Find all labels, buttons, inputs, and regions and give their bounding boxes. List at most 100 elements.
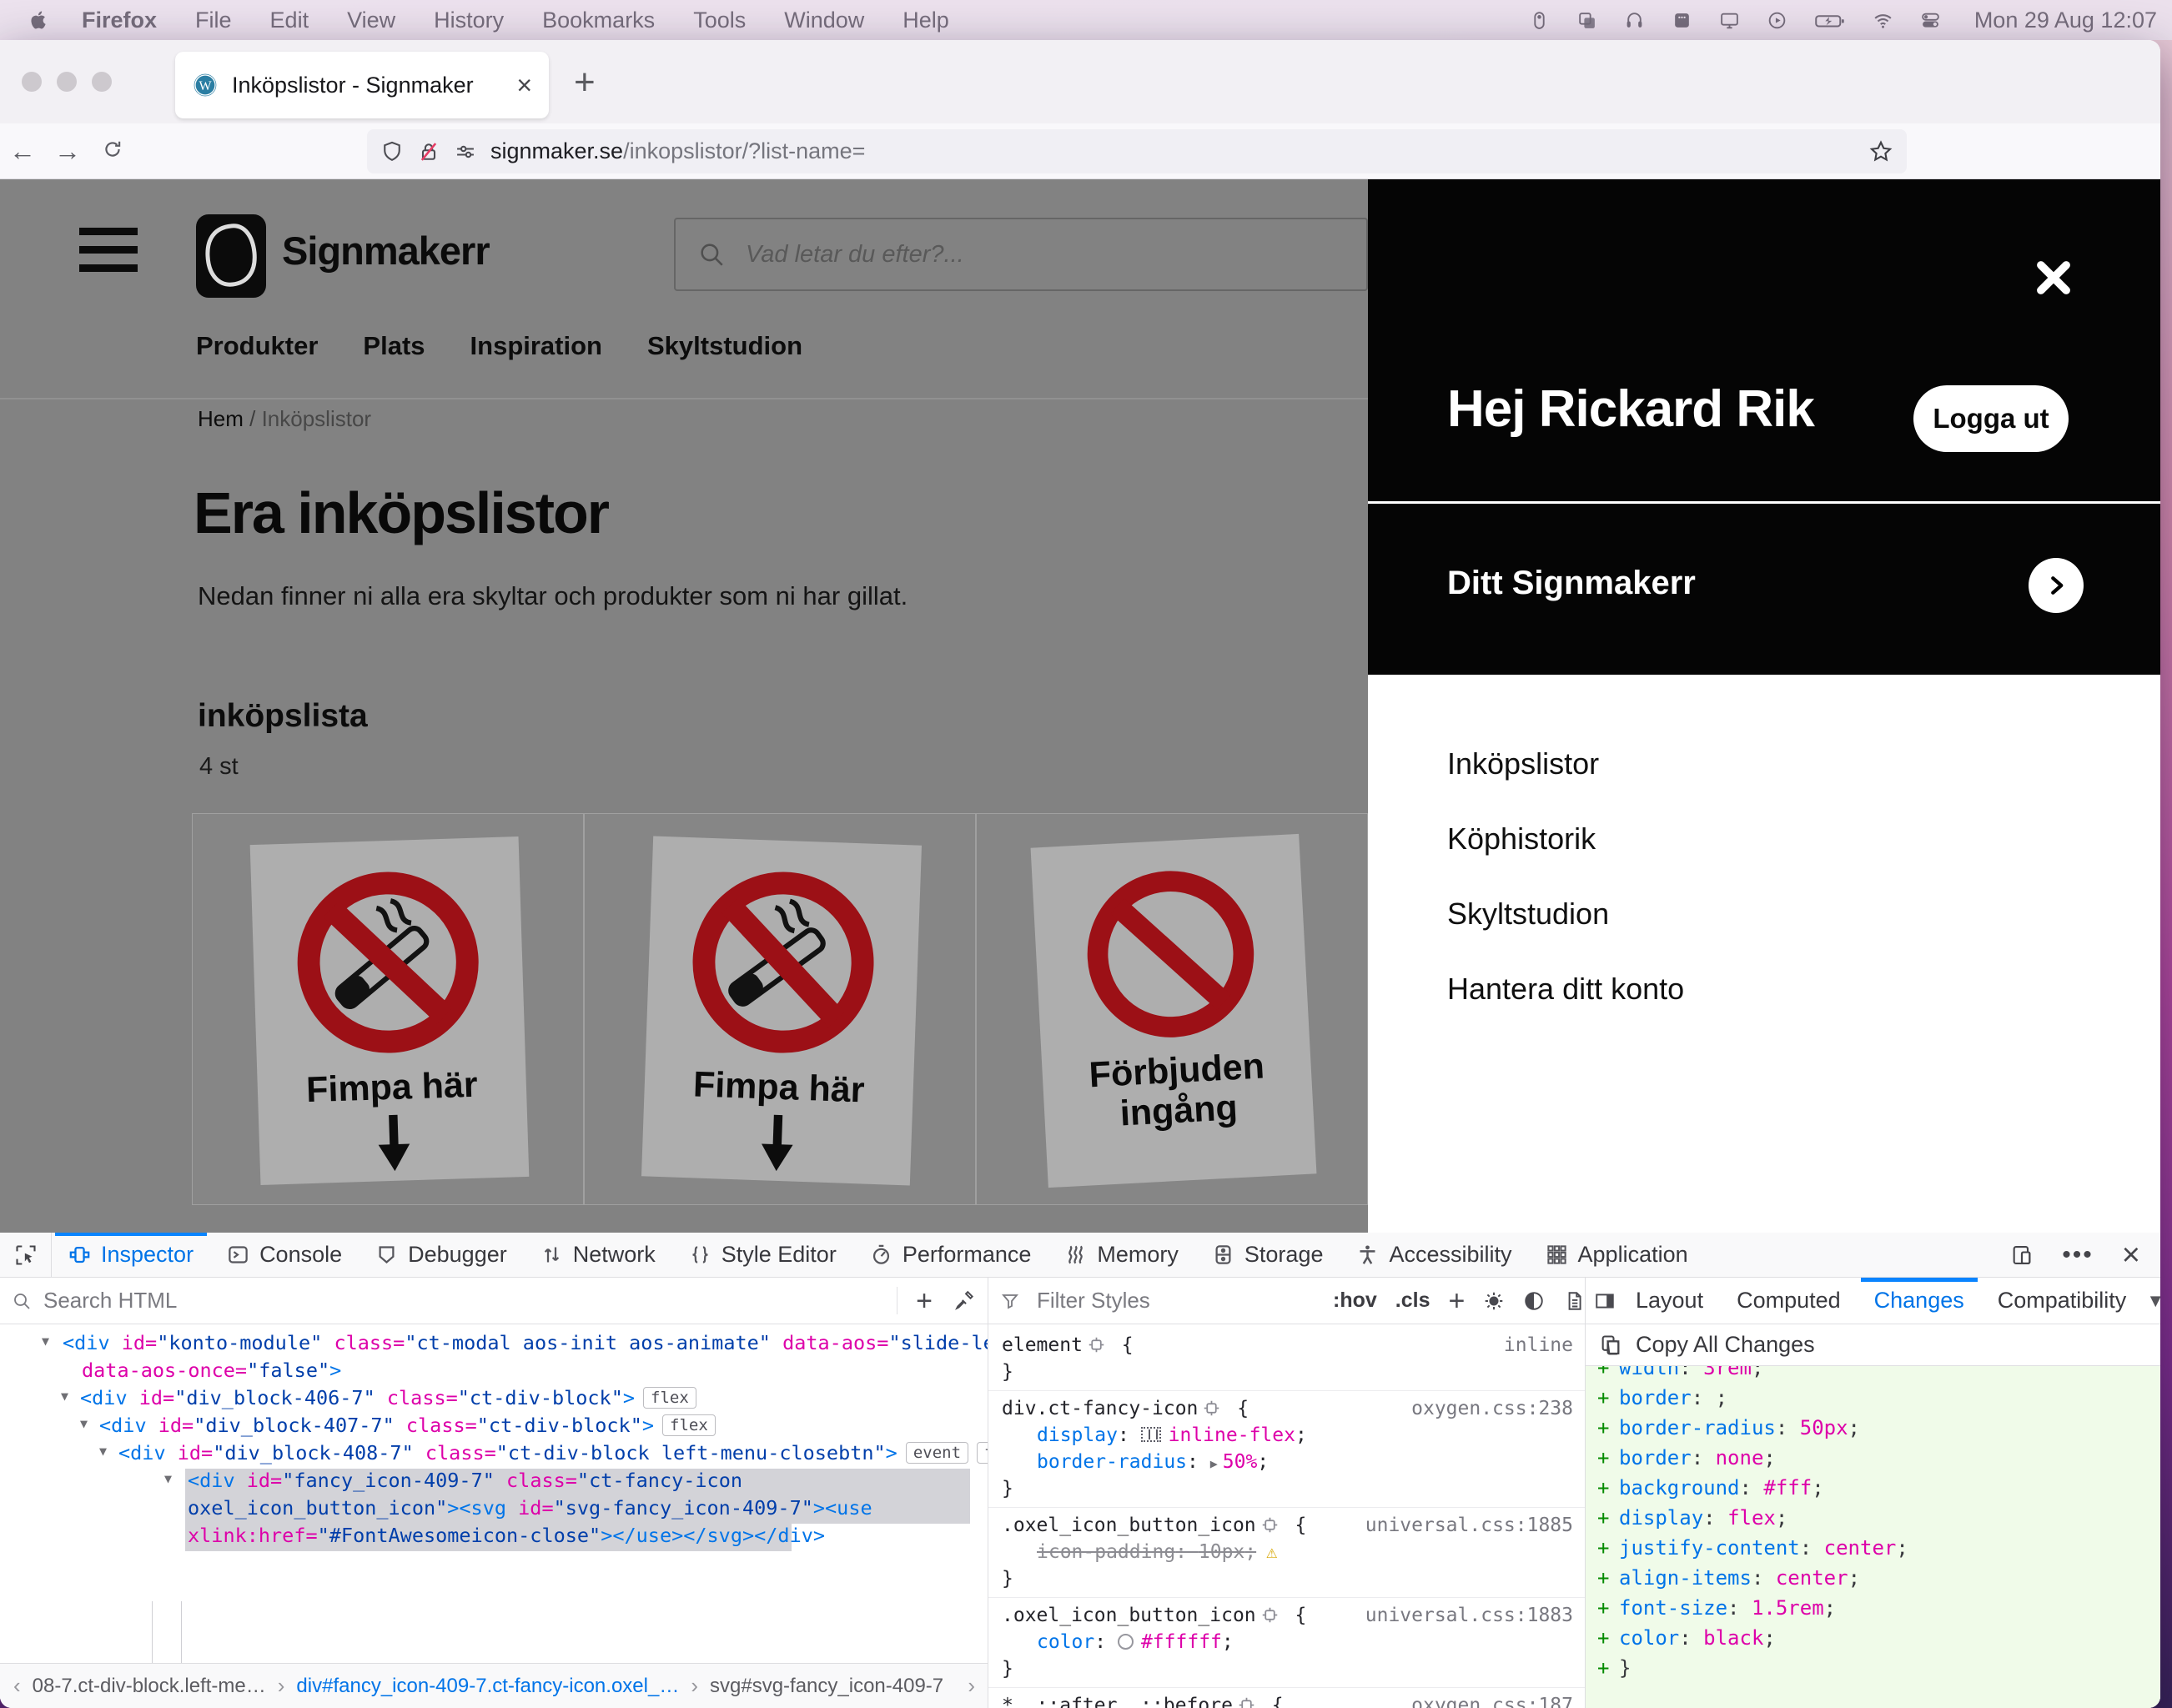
browser-tab[interactable]: W Inköpslistor - Signmaker × <box>175 52 549 118</box>
breadcrumb-node[interactable]: 08-7.ct-div-block.left-me… <box>33 1675 266 1698</box>
markup-line[interactable]: ▼<div id="konto-module" class="ct-modal … <box>0 1331 988 1359</box>
permissions-icon[interactable] <box>454 140 477 163</box>
element-picker-icon[interactable] <box>0 1233 52 1277</box>
breadcrumb-scroll-right-icon[interactable]: › <box>968 1673 975 1699</box>
battery-icon[interactable] <box>1814 10 1846 31</box>
panel-link-inköpslistor[interactable]: Inköpslistor <box>1447 746 1684 781</box>
badge-event[interactable]: event <box>906 1442 968 1464</box>
devtools-tab-application[interactable]: Application <box>1529 1233 1705 1277</box>
flex-display-icon[interactable] <box>1141 1427 1161 1442</box>
target-icon[interactable] <box>1261 1605 1279 1622</box>
devtools-tab-network[interactable]: Network <box>524 1233 672 1277</box>
site-menu-icon[interactable] <box>79 228 138 272</box>
devtools-tab-memory[interactable]: Memory <box>1048 1233 1195 1277</box>
copy-all-changes-row[interactable]: Copy All Changes <box>1586 1324 2160 1366</box>
css-rule[interactable]: div.ct-fancy-icon {oxygen.css:238display… <box>988 1391 1585 1508</box>
eyedropper-icon[interactable] <box>954 1290 976 1312</box>
pseudo-class-toggle[interactable]: :hov <box>1333 1289 1377 1313</box>
css-rules[interactable]: element {inline}div.ct-fancy-icon {oxyge… <box>988 1324 1585 1708</box>
menu-item-file[interactable]: File <box>195 8 232 33</box>
display-icon[interactable] <box>1719 10 1740 31</box>
signmaker-logo-icon[interactable] <box>196 214 266 298</box>
apple-icon[interactable] <box>28 9 50 31</box>
logout-button[interactable]: Logga ut <box>1913 385 2069 452</box>
breadcrumb-node[interactable]: svg#svg-fancy_icon-409-7 <box>710 1675 943 1698</box>
screen-mirroring-icon[interactable] <box>1576 10 1597 31</box>
site-nav-plats[interactable]: Plats <box>363 331 425 361</box>
rule-selector[interactable]: element <box>1002 1334 1083 1356</box>
markup-line[interactable]: oxel_icon_button_icon"><svg id="svg-fanc… <box>0 1496 988 1524</box>
devtools-tab-debugger[interactable]: Debugger <box>359 1233 524 1277</box>
expand-shorthand-icon[interactable]: ▶ <box>1210 1456 1218 1471</box>
html-tree[interactable]: ▼<div id="konto-module" class="ct-modal … <box>0 1324 988 1663</box>
target-icon[interactable] <box>1261 1515 1279 1532</box>
sidebar-tab-changes[interactable]: Changes <box>1861 1278 1978 1324</box>
bookmark-star-icon[interactable] <box>1868 139 1893 164</box>
css-rule[interactable]: .oxel_icon_button_icon {universal.css:18… <box>988 1508 1585 1598</box>
product-card[interactable]: Fimpa här <box>584 813 976 1205</box>
traffic-lights[interactable] <box>22 72 112 92</box>
css-declaration[interactable]: border-radius: ▶50%; <box>988 1449 1585 1475</box>
panel-link-skyltstudion[interactable]: Skyltstudion <box>1447 897 1684 932</box>
css-declaration[interactable]: color: #ffffff; <box>988 1629 1585 1655</box>
menu-item-help[interactable]: Help <box>902 8 949 33</box>
site-nav-produkter[interactable]: Produkter <box>196 331 318 361</box>
breadcrumb-home[interactable]: Hem <box>198 406 244 431</box>
mouse-icon[interactable] <box>1529 10 1550 31</box>
list-name[interactable]: inköpslista <box>198 698 368 735</box>
close-icon[interactable] <box>2032 256 2075 299</box>
badge-flex[interactable]: flex <box>977 1442 988 1464</box>
site-logo-text[interactable]: Signmakerr <box>282 228 490 274</box>
add-node-icon[interactable]: + <box>916 1287 933 1315</box>
site-nav-inspiration[interactable]: Inspiration <box>470 331 602 361</box>
sidebar-tab-layout[interactable]: Layout <box>1622 1278 1717 1324</box>
shield-icon[interactable] <box>380 140 404 163</box>
badge-flex[interactable]: flex <box>662 1414 716 1436</box>
panel-section-title[interactable]: Ditt Signmakerr <box>1447 565 1696 602</box>
sidebar-tab-compatibility[interactable]: Compatibility <box>1984 1278 2140 1324</box>
rule-source-link[interactable]: oxygen.css:187 <box>1411 1692 1573 1708</box>
print-media-icon[interactable] <box>1563 1290 1585 1312</box>
menu-item-window[interactable]: Window <box>784 8 864 33</box>
screen-record-icon[interactable] <box>1767 10 1787 31</box>
markup-line[interactable]: xlink:href="#FontAwesomeicon-close"></us… <box>0 1524 988 1551</box>
breadcrumb-node[interactable]: div#fancy_icon-409-7.ct-fancy-icon.oxel_… <box>296 1675 679 1698</box>
expand-arrow-icon[interactable]: ▼ <box>61 1389 68 1404</box>
wifi-icon[interactable] <box>1873 10 1893 31</box>
class-toggle[interactable]: .cls <box>1395 1289 1430 1313</box>
target-icon[interactable] <box>1203 1398 1220 1415</box>
search-html-input[interactable] <box>43 1288 897 1314</box>
filter-styles-input[interactable] <box>1037 1288 1316 1314</box>
close-window-button[interactable] <box>22 72 42 92</box>
product-card[interactable]: Fimpa här <box>192 813 584 1205</box>
markup-line[interactable]: ▼<div id="div_block-406-7" class="ct-div… <box>0 1386 988 1414</box>
sidebar-tab-computed[interactable]: Computed <box>1723 1278 1854 1324</box>
markup-line[interactable]: ▼<div id="div_block-408-7" class="ct-div… <box>0 1441 988 1469</box>
back-button[interactable]: ← <box>0 136 45 167</box>
rule-selector[interactable]: div.ct-fancy-icon <box>1002 1398 1198 1419</box>
color-swatch[interactable] <box>1118 1634 1134 1650</box>
url-bar[interactable]: signmaker.se/inkopslistor/?list-name= <box>367 129 1907 173</box>
add-rule-icon[interactable]: + <box>1448 1287 1465 1315</box>
menu-item-tools[interactable]: Tools <box>693 8 746 33</box>
panel-link-hantera-ditt-konto[interactable]: Hantera ditt konto <box>1447 972 1684 1007</box>
expand-arrow-icon[interactable]: ▼ <box>42 1334 49 1349</box>
expand-arrow-icon[interactable]: ▼ <box>80 1416 88 1431</box>
site-search[interactable] <box>674 218 1368 291</box>
minimize-window-button[interactable] <box>57 72 77 92</box>
css-declaration[interactable]: display: inline-flex; <box>988 1422 1585 1449</box>
new-tab-button[interactable]: + <box>574 62 596 103</box>
expand-arrow-icon[interactable]: ▼ <box>164 1471 172 1486</box>
devtools-tab-inspector[interactable]: Inspector <box>52 1233 210 1277</box>
menu-item-edit[interactable]: Edit <box>270 8 309 33</box>
css-rule[interactable]: .oxel_icon_button_icon {universal.css:18… <box>988 1598 1585 1688</box>
meatball-menu-icon[interactable]: ••• <box>2062 1243 2094 1267</box>
menu-item-bookmarks[interactable]: Bookmarks <box>542 8 655 33</box>
expand-arrow-icon[interactable]: ▼ <box>99 1444 107 1459</box>
menu-item-firefox[interactable]: Firefox <box>82 8 157 33</box>
rule-selector[interactable]: .oxel_icon_button_icon <box>1002 1605 1256 1626</box>
devtools-tab-accessibility[interactable]: Accessibility <box>1340 1233 1528 1277</box>
rule-source-link[interactable]: universal.css:1883 <box>1365 1602 1573 1629</box>
zoom-window-button[interactable] <box>92 72 112 92</box>
forward-button[interactable]: → <box>45 136 90 167</box>
